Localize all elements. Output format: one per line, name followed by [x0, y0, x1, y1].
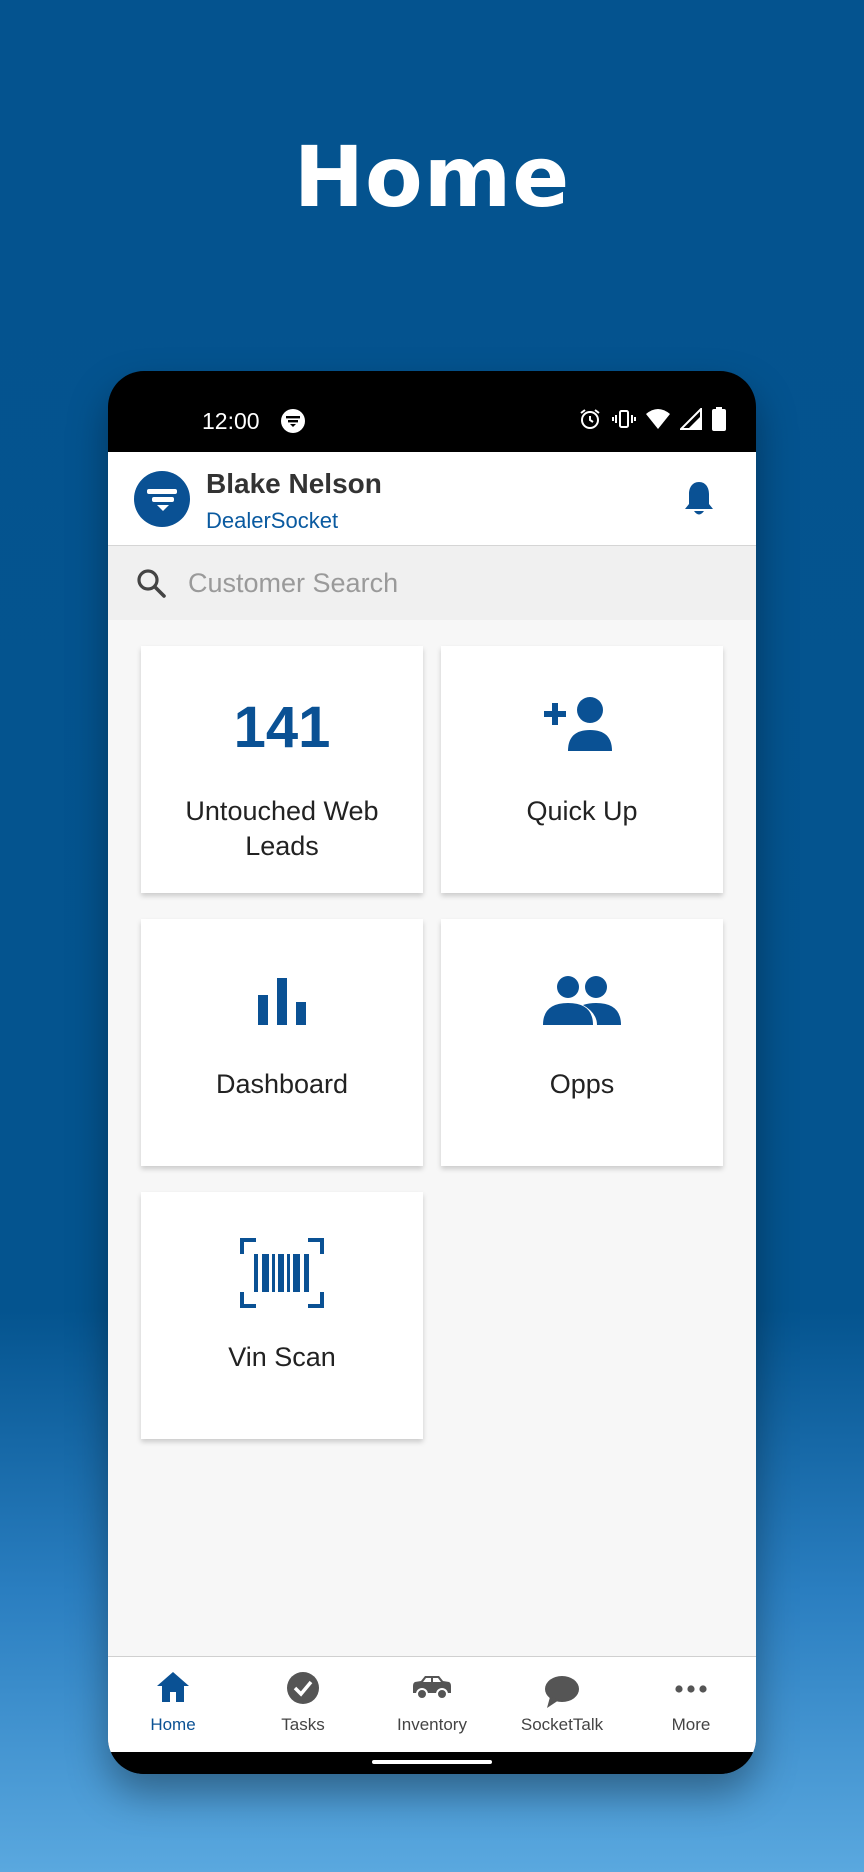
check-circle-icon — [287, 1672, 319, 1704]
app-screen: Blake Nelson DealerSocket Customer Searc… — [108, 452, 756, 1753]
company-name: DealerSocket — [206, 508, 339, 533]
nav-label-home: Home — [150, 1715, 196, 1734]
nav-inventory[interactable]: Inventory — [367, 1657, 497, 1753]
tile-label: Untouched Web — [185, 796, 379, 826]
tile-label: Opps — [549, 1069, 615, 1099]
notifications-bell-icon[interactable] — [682, 480, 716, 518]
nav-label-sockettalk: SocketTalk — [520, 1715, 604, 1734]
dealersocket-logo-icon[interactable] — [134, 471, 190, 527]
tile-dashboard[interactable]: Dashboard — [141, 919, 423, 1166]
add-person-icon — [544, 697, 612, 751]
gesture-bar — [108, 1752, 756, 1774]
customer-search-bar[interactable]: Customer Search — [108, 546, 756, 620]
untouched-leads-count: 141 — [233, 695, 331, 760]
nav-label-inventory: Inventory — [397, 1715, 467, 1734]
search-icon — [137, 569, 166, 598]
home-icon — [157, 1672, 189, 1702]
phone-frame: 12:00 Blake Nelson DealerSocket Customer… — [108, 371, 756, 1774]
user-name: Blake Nelson — [206, 468, 382, 499]
tile-label: Quick Up — [526, 796, 638, 826]
tile-label: Dashboard — [215, 1069, 349, 1099]
bottom-navigation: Home Tasks Inventory SocketTalk More — [108, 1656, 756, 1753]
app-header: Blake Nelson DealerSocket — [108, 452, 756, 546]
nav-label-tasks: Tasks — [281, 1715, 325, 1734]
tile-untouched-web-leads[interactable]: 141 Untouched Web Leads — [141, 646, 423, 893]
nav-more[interactable]: More — [626, 1657, 756, 1753]
page-title: Home — [293, 128, 571, 226]
vibrate-icon — [612, 410, 636, 428]
tile-opps[interactable]: Opps — [441, 919, 723, 1166]
tile-quick-up[interactable]: Quick Up — [441, 646, 723, 893]
nav-home[interactable]: Home — [108, 1657, 238, 1753]
tile-label: Vin Scan — [228, 1342, 336, 1372]
barcode-scan-icon — [240, 1238, 324, 1308]
more-dots-icon — [675, 1685, 707, 1693]
nav-tasks[interactable]: Tasks — [238, 1657, 368, 1753]
people-icon — [543, 976, 621, 1025]
car-icon — [413, 1676, 451, 1700]
nav-sockettalk[interactable]: SocketTalk — [497, 1657, 627, 1753]
nav-label-more: More — [671, 1715, 711, 1734]
search-input[interactable]: Customer Search — [188, 568, 398, 599]
signal-icon — [680, 408, 702, 430]
wifi-icon — [646, 409, 670, 429]
status-time: 12:00 — [202, 408, 260, 434]
tile-vin-scan[interactable]: Vin Scan — [141, 1192, 423, 1439]
status-bar: 12:00 — [108, 371, 756, 452]
alarm-icon — [580, 409, 600, 429]
chat-bubble-icon — [545, 1676, 579, 1708]
bar-chart-icon — [258, 978, 306, 1025]
battery-icon — [712, 407, 726, 431]
status-icons — [578, 407, 726, 431]
dealersocket-notification-icon — [281, 409, 305, 433]
home-gesture-handle[interactable] — [372, 1760, 492, 1764]
tile-label: Leads — [245, 831, 319, 861]
